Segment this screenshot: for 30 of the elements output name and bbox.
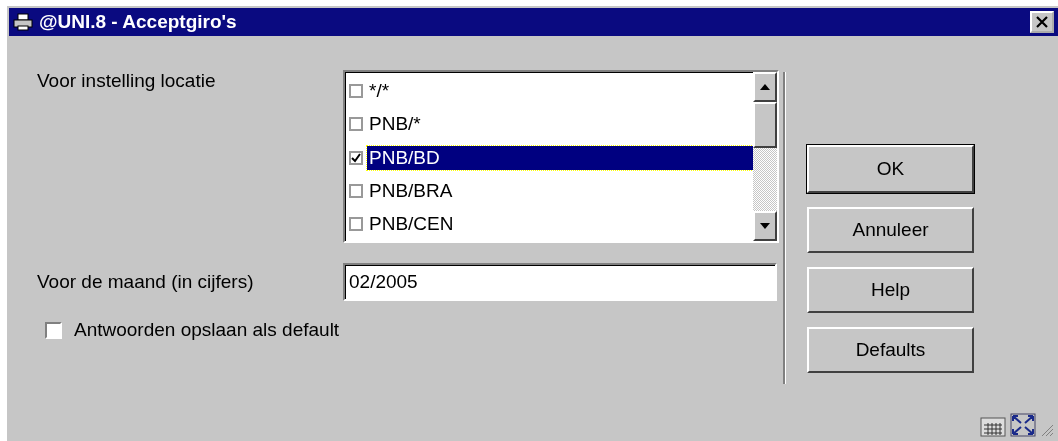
dialog-button[interactable]: Help <box>807 267 974 313</box>
close-button[interactable] <box>1030 11 1054 33</box>
checkbox[interactable] <box>349 183 363 198</box>
scroll-up-icon[interactable] <box>753 72 777 102</box>
list-item[interactable]: PNB/CEN <box>367 212 753 237</box>
scrollbar[interactable] <box>753 72 777 241</box>
list-item[interactable]: */* <box>367 78 753 103</box>
printer-icon <box>13 13 33 31</box>
scroll-thumb[interactable] <box>753 102 777 148</box>
checkbox[interactable] <box>349 150 363 165</box>
checkbox[interactable] <box>349 117 363 132</box>
list-item[interactable]: PNB/* <box>367 112 753 137</box>
resize-grip-icon[interactable] <box>1040 423 1054 437</box>
checkbox[interactable] <box>349 217 363 232</box>
field-label: Voor de maand (in cijfers) <box>37 271 255 293</box>
keyboard-icon[interactable] <box>980 415 1006 437</box>
month-field[interactable]: 02/2005 <box>343 263 777 301</box>
field-label: Voor instelling locatie <box>37 70 217 93</box>
list-item[interactable]: PNB/BD <box>367 145 753 170</box>
checkbox[interactable] <box>349 83 363 98</box>
dialog-button[interactable]: Annuleer <box>807 207 974 253</box>
list-item[interactable]: PNB/BRA <box>367 178 753 203</box>
dialog-button[interactable]: Defaults <box>807 327 974 373</box>
location-list[interactable]: */* PNB/* PNB/BD PNB/BRA PNB/CEN <box>343 70 779 243</box>
scroll-down-icon[interactable] <box>753 211 777 241</box>
window-title: @UNI.8 - Acceptgiro's <box>39 11 237 33</box>
close-icon <box>1036 16 1048 28</box>
expand-icon[interactable] <box>1010 413 1036 437</box>
dialog-button[interactable]: OK <box>807 145 974 193</box>
default-checkbox[interactable]: Antwoorden opslaan als default <box>45 319 783 341</box>
